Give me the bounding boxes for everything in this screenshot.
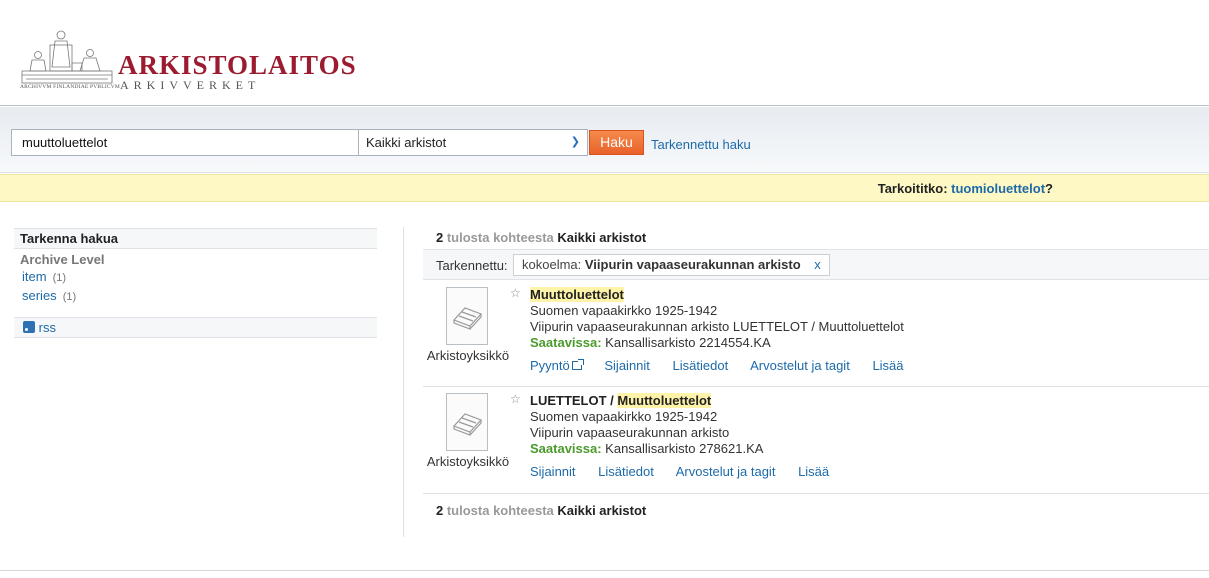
rss-row: rss [14,317,377,338]
filter-chip-value: Viipurin vapaaseurakunnan arkisto [584,257,801,272]
record-line-1: Suomen vapaakirkko 1925-1942 [530,303,718,318]
results-panel: 2 tulosta kohteesta Kaikki arkistot Tark… [423,228,1209,518]
availability-value: Kansallisarkisto 2214554.KA [601,335,771,350]
arkistolaitos-logo[interactable]: ARCHIVVM FINLANDIAE PVBLICVM ARKISTOLAIT… [20,27,356,97]
facet-item-item: item (1) [20,268,371,287]
logo-motto: ARCHIVVM FINLANDIAE PVBLICVM [20,84,121,90]
did-you-mean-bar: Tarkoititko: tuomioluettelot? [0,174,1209,202]
more-link[interactable]: Lisää [872,358,903,373]
logo-subtitle: ARKIVVERKET [120,78,261,92]
remove-filter-button[interactable]: x [814,257,821,272]
result-record: Arkistoyksikkö ☆ Muuttoluettelot Suomen … [423,281,1209,387]
record-type-label: Arkistoyksikkö [426,348,510,363]
search-input[interactable]: muuttoluettelot [11,129,359,156]
more-link[interactable]: Lisää [798,464,829,479]
facet-group-archive-level: Archive Level item (1) series (1) [14,249,377,306]
availability-label: Saatavissa: [530,441,602,456]
record-title-highlight: Muuttoluettelot [617,393,712,408]
facet-item-series-count: (1) [62,291,77,303]
did-you-mean-suggestion-link[interactable]: tuomioluettelot [951,181,1045,196]
facet-item-series: series (1) [20,287,371,306]
site-header: ARCHIVVM FINLANDIAE PVBLICVM ARKISTOLAIT… [0,0,1209,106]
record-body: LUETTELOT / Muuttoluettelot Suomen vapaa… [530,393,763,457]
record-actions: Sijainnit Lisätiedot Arvostelut ja tagit… [530,464,848,479]
did-you-mean-text: Tarkoititko: tuomioluettelot? [878,181,1053,196]
availability-value: Kansallisarkisto 278621.KA [601,441,764,456]
details-link[interactable]: Lisätiedot [598,464,654,479]
record-thumbnail[interactable] [446,393,488,451]
record-actions: Pyyntö Sijainnit Lisätiedot Arvostelut j… [530,358,923,373]
details-link[interactable]: Lisätiedot [673,358,729,373]
record-title-link[interactable]: Muuttoluettelot [530,287,904,303]
footer-divider [0,570,1209,571]
external-link-icon [571,359,584,370]
record-thumbnail[interactable] [446,287,488,345]
advanced-search-link[interactable]: Tarkennettu haku [651,137,751,152]
archive-scope-select[interactable]: Kaikki arkistot ❯ [358,129,588,156]
document-icon [452,413,483,436]
filter-chip-key: kokoelma: [522,257,582,272]
rss-icon[interactable] [23,321,35,333]
result-count-mid: tulosta kohteesta [443,503,558,518]
record-title-prefix: LUETTELOT / [530,393,618,408]
column-divider [403,227,404,537]
facet-group-title: Archive Level [20,252,105,267]
result-count-scope: Kaikki arkistot [557,230,647,245]
record-body: Muuttoluettelot Suomen vapaakirkko 1925-… [530,287,904,351]
reviews-tags-link[interactable]: Arvostelut ja tagit [750,358,850,373]
record-title-link[interactable]: LUETTELOT / Muuttoluettelot [530,393,763,409]
facet-item-item-link[interactable]: item [22,269,47,284]
locations-link[interactable]: Sijainnit [530,464,576,479]
request-link-label: Pyyntö [530,358,570,373]
record-line-1: Suomen vapaakirkko 1925-1942 [530,409,718,424]
logo-title: ARKISTOLAITOS [118,50,357,80]
did-you-mean-prefix: Tarkoititko: [877,181,952,196]
active-filter-label: Tarkennettu: [436,258,508,273]
record-availability: Saatavissa: Kansallisarkisto 278621.KA [530,441,763,457]
locations-link[interactable]: Sijainnit [604,358,650,373]
did-you-mean-suffix: ? [1045,181,1053,196]
request-link[interactable]: Pyyntö [530,358,584,373]
document-icon [452,307,483,330]
facet-item-item-count: (1) [52,272,67,284]
result-count-mid: tulosta kohteesta [443,230,558,245]
record-line-2: Viipurin vapaaseurakunnan arkisto LUETTE… [530,319,904,334]
facet-sidebar: Tarkenna hakua Archive Level item (1) ser… [14,228,377,338]
result-count-top: 2 tulosta kohteesta Kaikki arkistot [423,228,1209,248]
search-button[interactable]: Haku [589,130,644,155]
facet-sidebar-title: Tarkenna hakua [14,228,377,249]
result-count-bottom: 2 tulosta kohteesta Kaikki arkistot [423,503,646,519]
active-filter-bar: Tarkennettu: kokoelma: Viipurin vapaaseu… [423,249,1209,280]
record-type-label: Arkistoyksikkö [426,454,510,469]
result-record: Arkistoyksikkö ☆ LUETTELOT / Muuttoluett… [423,387,1209,494]
search-bar: muuttoluettelot Kaikki arkistot ❯ Haku T… [0,107,1209,173]
star-icon[interactable]: ☆ [510,286,521,300]
filter-chip-collection: kokoelma: Viipurin vapaaseurakunnan arki… [513,254,830,276]
record-line-2: Viipurin vapaaseurakunnan arkisto [530,425,730,440]
facet-item-series-link[interactable]: series [22,288,57,303]
record-title-highlight: Muuttoluettelot [530,287,624,302]
rss-link[interactable]: rss [39,320,56,335]
star-icon[interactable]: ☆ [510,392,521,406]
chevron-down-icon: ❯ [570,136,580,148]
result-count-scope: Kaikki arkistot [557,503,647,518]
availability-label: Saatavissa: [530,335,602,350]
reviews-tags-link[interactable]: Arvostelut ja tagit [676,464,776,479]
record-availability: Saatavissa: Kansallisarkisto 2214554.KA [530,335,904,351]
archive-scope-value: Kaikki arkistot [366,135,447,150]
